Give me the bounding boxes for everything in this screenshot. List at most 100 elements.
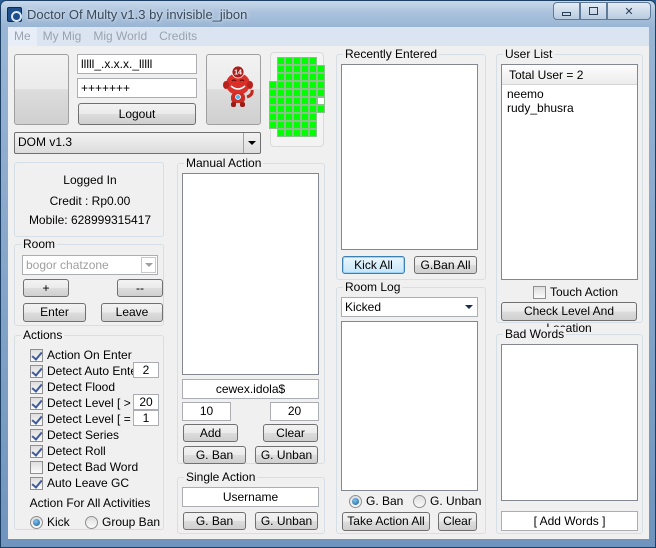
action-option[interactable]: Action On Enter [30, 347, 132, 363]
action-option[interactable]: Detect Level [ = ] [30, 411, 137, 427]
log-gban-radio-control[interactable] [349, 494, 362, 508]
status-grid-cell [277, 73, 285, 81]
log-gban-radio[interactable]: G. Ban [349, 493, 403, 509]
user-list-header[interactable]: Total User = 2 [502, 65, 637, 85]
action-label: Detect Roll [47, 444, 106, 458]
status-grid-cell [309, 129, 317, 137]
close-icon: ✕ [624, 5, 634, 18]
single-gunban-button[interactable]: G. Unban [255, 512, 318, 530]
action-checkbox[interactable] [30, 412, 43, 426]
action-checkbox[interactable] [30, 428, 43, 442]
leave-room-button[interactable]: Leave [101, 303, 163, 322]
action-checkbox[interactable] [30, 460, 43, 474]
menu-credits[interactable]: Credits [153, 27, 203, 46]
action-option[interactable]: Detect Series [30, 427, 119, 443]
bad-words-list[interactable] [501, 344, 638, 501]
add-words-field[interactable]: [ Add Words ] [501, 511, 638, 531]
mascot-button[interactable]: 14 [206, 54, 261, 125]
range-to-field[interactable]: 20 [270, 402, 319, 421]
clear-log-button[interactable]: Clear [438, 512, 477, 531]
manual-action-label: Manual Action [184, 156, 264, 170]
action-option[interactable]: Detect Flood [30, 379, 115, 395]
action-option[interactable]: Detect Bad Word [30, 459, 138, 475]
single-gban-button[interactable]: G. Ban [183, 512, 246, 530]
log-gunban-radio[interactable]: G. Unban [413, 493, 481, 509]
status-grid-cell [269, 81, 277, 89]
password-field[interactable]: +++++++ [77, 78, 197, 98]
minimize-button[interactable] [553, 2, 580, 20]
action-checkbox[interactable] [30, 396, 43, 410]
action-option[interactable]: Detect Auto Enter [30, 363, 141, 379]
credit-text: Credit : Rp0.00 [49, 194, 131, 208]
action-label: Detect Bad Word [47, 460, 139, 474]
action-checkbox[interactable] [30, 444, 43, 458]
take-action-all-button[interactable]: Take Action All [342, 512, 430, 531]
group-ban-radio-label: Group Ban [102, 515, 161, 529]
user-list-label: User List [503, 47, 555, 61]
menu-me[interactable]: Me [8, 27, 37, 46]
action-checkbox[interactable] [30, 380, 43, 394]
room-log-list[interactable] [341, 321, 478, 491]
touch-action-checkbox-control[interactable] [533, 285, 546, 299]
remove-room-button[interactable]: -- [117, 279, 163, 297]
kick-radio[interactable]: Kick [30, 514, 70, 530]
status-grid-cell [285, 57, 293, 65]
check-level-location-button[interactable]: Check Level And Location [501, 302, 637, 335]
gban-all-button[interactable]: G.Ban All [414, 256, 477, 274]
touch-action-checkbox[interactable]: Touch Action [533, 284, 618, 300]
maximize-icon [589, 7, 598, 15]
manual-target-field[interactable]: cewex.idola$ [182, 379, 319, 399]
action-value-field[interactable]: 1 [133, 410, 159, 426]
profile-dropdown[interactable]: DOM v1.3 [14, 132, 261, 154]
action-label: Detect Auto Enter [47, 364, 142, 378]
account-panel: Logged In Credit : Rp0.00 Mobile: 628999… [14, 162, 164, 237]
user-list-item[interactable]: neemo [507, 87, 574, 101]
logout-button[interactable]: Logout [78, 103, 196, 125]
close-button[interactable]: ✕ [607, 2, 651, 20]
recently-entered-list[interactable] [341, 64, 478, 250]
group-ban-radio[interactable]: Group Ban [85, 514, 160, 530]
single-username-field[interactable]: Username [182, 487, 319, 507]
log-gunban-radio-control[interactable] [413, 494, 426, 508]
manual-gunban-button[interactable]: G. Unban [255, 446, 318, 464]
add-button[interactable]: Add [183, 424, 238, 442]
user-list[interactable]: Total User = 2 neemo rudy_bhusra [501, 64, 638, 280]
app-icon [7, 7, 22, 22]
action-checkbox[interactable] [30, 348, 43, 362]
username-field[interactable]: lllll_.x.x.x._lllll [77, 54, 197, 74]
enter-room-button[interactable]: Enter [23, 303, 86, 322]
manual-gban-button[interactable]: G. Ban [183, 446, 246, 464]
action-checkbox[interactable] [30, 364, 43, 378]
status-grid-cell [293, 105, 301, 113]
range-from-field[interactable]: 10 [182, 402, 231, 421]
user-list-item[interactable]: rudy_bhusra [507, 101, 574, 115]
room-dropdown[interactable]: bogor chatzone [22, 255, 158, 275]
status-grid-cell [309, 81, 317, 89]
avatar-button[interactable] [14, 54, 69, 125]
kick-radio-label: Kick [47, 515, 70, 529]
kick-radio-control[interactable] [30, 515, 43, 529]
recently-entered-panel: Recently Entered Kick All G.Ban All [336, 47, 486, 280]
maximize-button[interactable] [580, 2, 607, 20]
status-grid-cell [293, 89, 301, 97]
manual-action-list[interactable] [182, 173, 319, 375]
action-option[interactable]: Detect Level [ > ] [30, 395, 137, 411]
action-option[interactable]: Detect Roll [30, 443, 106, 459]
status-grid-cell [277, 105, 285, 113]
add-room-button[interactable]: + [23, 279, 69, 297]
action-value-field[interactable]: 2 [133, 362, 159, 378]
menu-mig-world[interactable]: Mig World [87, 27, 153, 46]
status-grid-cell [277, 81, 285, 89]
kick-all-button[interactable]: Kick All [342, 256, 405, 274]
clear-manual-button[interactable]: Clear [263, 424, 318, 442]
room-log-filter[interactable]: Kicked [341, 297, 478, 317]
recently-entered-label: Recently Entered [343, 47, 440, 61]
action-option[interactable]: Auto Leave GC [30, 475, 129, 491]
title-bar[interactable]: Doctor Of Multy v1.3 by invisible_jibon … [1, 1, 655, 27]
group-ban-radio-control[interactable] [85, 515, 98, 529]
action-value-field[interactable]: 20 [133, 394, 159, 410]
action-checkbox[interactable] [30, 476, 43, 490]
chevron-down-icon [141, 257, 156, 273]
status-grid-cell [317, 105, 325, 113]
menu-my-mig[interactable]: My Mig [37, 27, 88, 46]
